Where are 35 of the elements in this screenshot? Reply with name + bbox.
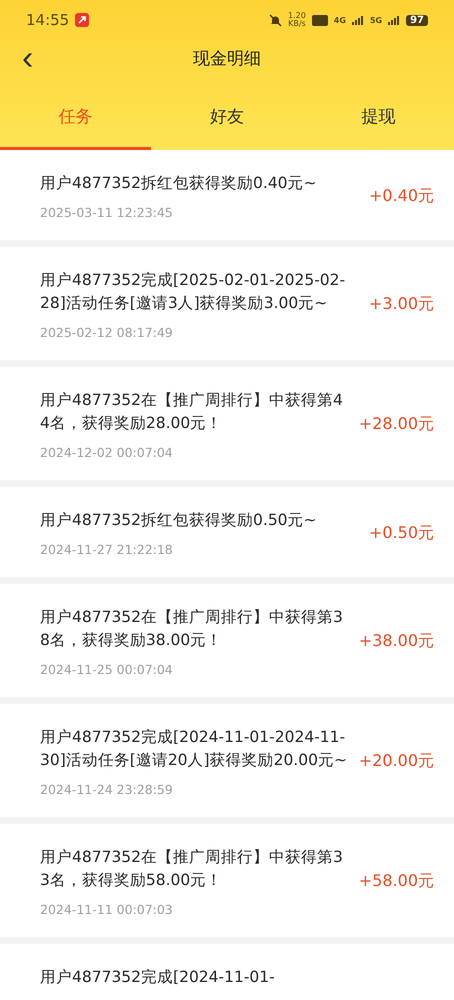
record-time: 2024-11-24 23:28:59	[40, 782, 174, 797]
tab[interactable]: 好友	[151, 86, 303, 150]
record-text: 用户4877352完成[2025-02-01-2025-02-28]活动任务[邀请3人]获得奖励3.00元~	[40, 270, 346, 314]
record-amount: +3.00元	[368, 294, 434, 315]
record-time: 2024-11-27 21:22:18	[40, 542, 174, 557]
record-text: 用户4877352拆红包获得奖励0.40元~	[40, 173, 318, 194]
record-amount: +0.50元	[368, 522, 434, 544]
record-time: 2025-02-12 08:17:49	[40, 325, 174, 340]
record-text: 用户4877352完成[2024-11-01-	[40, 967, 276, 988]
record-text: 用户4877352在【推广周排行】中获得第44名，获得奖励28.00元！	[40, 390, 344, 434]
status-time: 14:55	[26, 11, 70, 29]
record-text: 用户4877352在【推广周排行】中获得第38名，获得奖励38.00元！	[40, 607, 344, 651]
record-text: 用户4877352在【推广周排行】中获得第33名，获得奖励58.00元！	[40, 847, 344, 891]
signal-icon	[352, 16, 364, 24]
signal-label: 5G	[370, 16, 382, 24]
tab[interactable]: 提现	[302, 86, 454, 150]
app-notification-icon	[75, 13, 90, 27]
back-button[interactable]: ‹	[16, 40, 40, 76]
record-amount: +28.00元	[358, 414, 434, 435]
record-text: 用户4877352拆红包获得奖励0.50元~	[40, 510, 318, 531]
record-amount: +38.00元	[358, 631, 434, 652]
battery-level: 97	[406, 14, 428, 26]
bell-muted-icon	[268, 14, 282, 26]
signal-label: 4G	[334, 16, 346, 24]
page-title: 现金明细	[193, 48, 261, 70]
record-amount: +58.00元	[358, 871, 434, 892]
network-speed: 1.20 KB/s	[288, 12, 306, 28]
record-time: 2024-11-11 00:07:03	[40, 902, 174, 917]
record-time: 2024-11-25 00:07:04	[40, 662, 174, 677]
signal-icon	[388, 16, 400, 24]
record-text: 用户4877352完成[2024-11-01-2024-11-30]活动任务[邀请20人]获得奖励20.00元~	[40, 727, 348, 771]
record-time: 2024-12-02 00:07:04	[40, 445, 174, 460]
record-amount: +0.40元	[368, 186, 434, 206]
record-time: 2025-03-11 12:23:45	[40, 205, 174, 220]
record-amount: +20.00元	[358, 751, 434, 772]
